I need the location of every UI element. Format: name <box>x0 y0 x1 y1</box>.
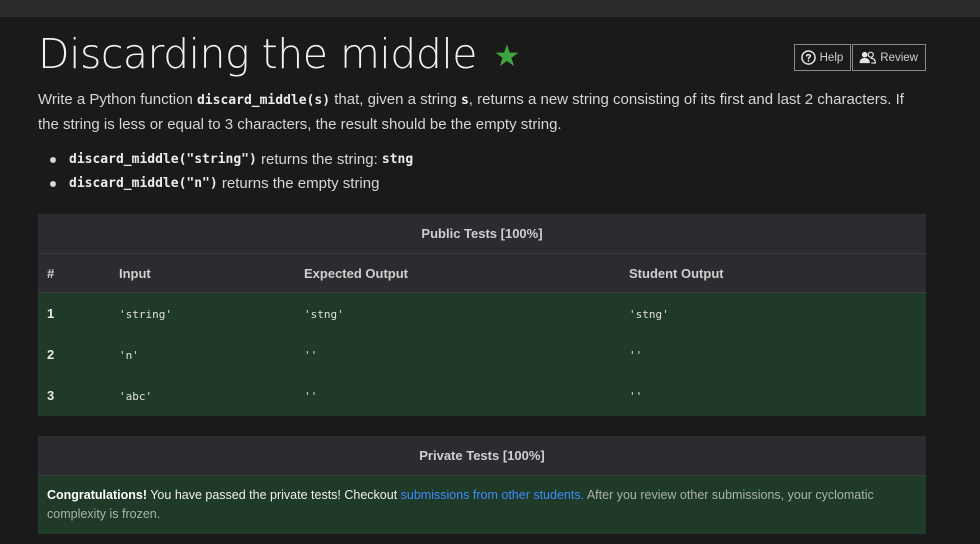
users-icon <box>859 51 877 64</box>
row-student: '' <box>629 348 643 362</box>
row-num: 3 <box>47 388 55 403</box>
example-text: returns the string: <box>256 151 382 168</box>
example-result: stng <box>381 152 414 167</box>
bullet <box>50 157 56 163</box>
congrats-label: Congratulations! <box>47 488 147 502</box>
row-num: 1 <box>47 306 55 321</box>
row-input: 'n' <box>119 348 139 362</box>
private-tests-title: Private Tests [100%] <box>38 436 926 476</box>
row-student: 'stng' <box>629 307 669 321</box>
table-row: 1 'string' 'stng' 'stng' <box>38 293 926 334</box>
row-expected: '' <box>304 389 318 403</box>
title-row: Discarding the middle ★ Help Review <box>38 28 926 84</box>
table-row: 2 'n' '' '' <box>38 334 926 375</box>
parameter-name: s <box>460 93 469 108</box>
row-input: 'abc' <box>119 389 153 403</box>
help-button-label: Help <box>819 51 844 64</box>
example-item: discard_middle("n") returns the empty st… <box>50 172 413 196</box>
column-header-num: # <box>47 265 55 281</box>
header-buttons: Help Review <box>793 44 926 71</box>
table-header: # Input Expected Output Student Output <box>38 254 926 293</box>
examples-list: discard_middle("string") returns the str… <box>50 148 413 196</box>
column-header-input: Input <box>119 265 151 281</box>
problem-description: Write a Python function discard_middle(s… <box>38 88 918 137</box>
example-item: discard_middle("string") returns the str… <box>50 148 413 172</box>
row-num: 2 <box>47 347 55 362</box>
top-bar <box>0 0 980 17</box>
description-text: that, given a string <box>330 91 461 108</box>
row-expected: 'stng' <box>304 307 344 321</box>
private-tests-panel: Private Tests [100%] Congratulations! Yo… <box>38 436 926 534</box>
public-tests-panel: Public Tests [100%] # Input Expected Out… <box>38 214 926 416</box>
star-icon: ★ <box>493 40 521 73</box>
table-row: 3 'abc' '' '' <box>38 375 926 416</box>
public-tests-title: Public Tests [100%] <box>38 214 926 254</box>
example-code: discard_middle("string") <box>69 152 257 167</box>
column-header-expected: Expected Output <box>304 265 409 281</box>
example-code: discard_middle("n") <box>69 176 218 191</box>
private-msg: You have passed the private tests! Check… <box>147 488 401 502</box>
question-circle-icon <box>800 50 816 65</box>
review-button-label: Review <box>880 51 918 64</box>
function-signature: discard_middle(s) <box>196 93 331 108</box>
description-text: Write a Python function <box>38 91 197 108</box>
other-submissions-link[interactable]: submissions from other students. <box>401 488 584 502</box>
page-title: Discarding the middle <box>38 30 477 78</box>
row-input: 'string' <box>119 307 172 321</box>
review-button[interactable]: Review <box>852 44 926 71</box>
bullet <box>50 181 56 187</box>
row-expected: '' <box>304 348 318 362</box>
column-header-student: Student Output <box>629 265 724 281</box>
row-student: '' <box>629 389 643 403</box>
help-button[interactable]: Help <box>793 44 852 71</box>
example-text: returns the empty string <box>217 175 380 192</box>
private-tests-message: Congratulations! You have passed the pri… <box>38 476 926 534</box>
